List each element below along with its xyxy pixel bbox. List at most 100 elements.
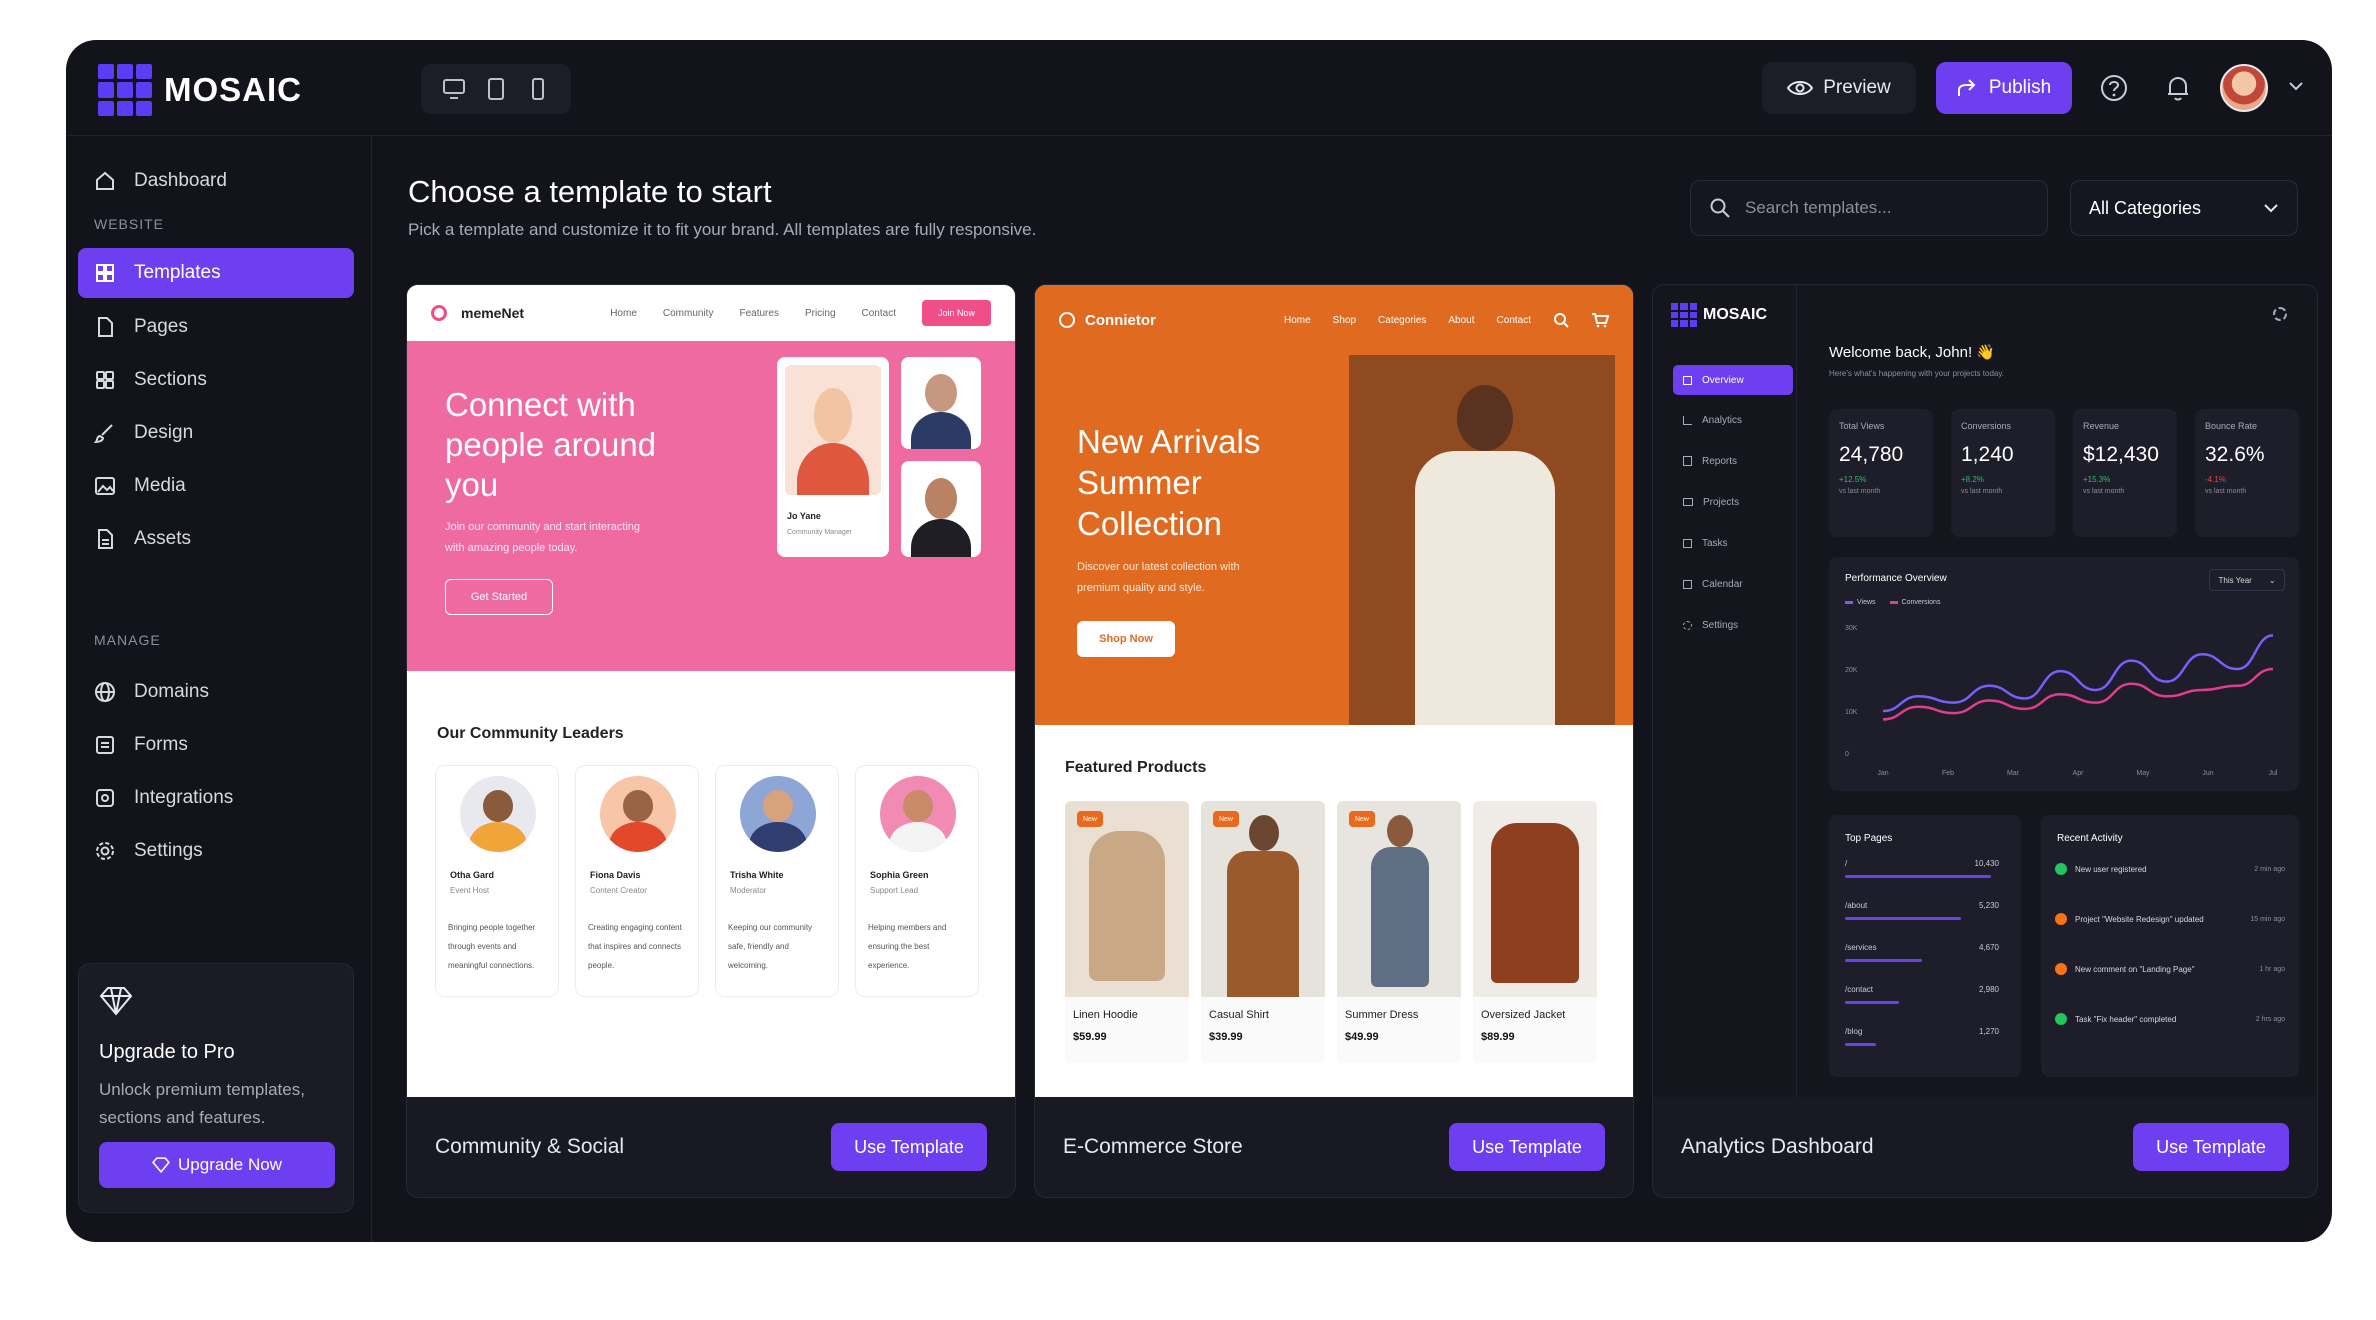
sidebar-item-label: Forms xyxy=(134,734,188,755)
product-price: $59.99 xyxy=(1073,1031,1107,1043)
sidebar-item-pages[interactable]: Pages xyxy=(78,302,354,352)
leader-desc: welcoming. xyxy=(728,961,769,970)
x-tick-label: Jul xyxy=(2269,770,2278,777)
top-page-row: /contact 2,980 xyxy=(1845,985,1999,1004)
leader-desc: experience. xyxy=(868,961,910,970)
preview-nav: memeNet Home Community Features Pricing … xyxy=(407,285,1015,341)
sidebar-item-integrations[interactable]: Integrations xyxy=(78,773,354,823)
use-template-button[interactable]: Use Template xyxy=(831,1123,987,1171)
gear-icon xyxy=(1683,620,1692,630)
sidebar-item-forms[interactable]: Forms xyxy=(78,720,354,770)
upgrade-text: Unlock premium templates, sections and f… xyxy=(99,1080,305,1127)
template-name: E-Commerce Store xyxy=(1063,1135,1243,1158)
chart-icon xyxy=(1683,415,1692,425)
preview-nav: Connietor Home Shop Categories About Con… xyxy=(1035,285,1633,355)
use-template-button[interactable]: Use Template xyxy=(1449,1123,1605,1171)
sidebar-item-settings[interactable]: Settings xyxy=(78,826,354,876)
upgrade-now-button[interactable]: Upgrade Now xyxy=(99,1142,335,1188)
stat-card: Bounce Rate 32.6% -4.1% vs last month xyxy=(2195,409,2299,537)
stat-delta: -4.1% xyxy=(2205,475,2226,484)
sidebar-item-label: Pages xyxy=(134,316,188,337)
leader-desc: people. xyxy=(588,961,615,970)
chevron-down-icon[interactable] xyxy=(2288,79,2304,97)
y-tick-label: 0 xyxy=(1845,751,1849,758)
notification-bell-icon[interactable] xyxy=(2156,66,2200,110)
stat-value: 24,780 xyxy=(1839,443,1904,466)
stat-label: Revenue xyxy=(2083,421,2120,431)
activity-status-icon xyxy=(2055,1013,2067,1025)
dash-sidebar: MOSAIC Overview Analytics Reports Projec… xyxy=(1653,285,1797,1097)
page-path: /contact xyxy=(1845,985,1874,994)
product-image xyxy=(1337,801,1461,997)
logo[interactable]: MOSAIC xyxy=(98,64,302,116)
category-select[interactable]: All Categories xyxy=(2070,180,2298,236)
dash-nav-label: Overview xyxy=(1702,374,1744,386)
leader-desc: Keeping our community xyxy=(728,923,813,932)
template-card-analytics[interactable]: MOSAIC Overview Analytics Reports Projec… xyxy=(1652,284,2318,1198)
gear-icon xyxy=(2273,307,2287,321)
hero-title-line: you xyxy=(445,466,499,503)
hero-text-line: with amazing people today. xyxy=(445,542,578,554)
sidebar-item-sections[interactable]: Sections xyxy=(78,355,354,405)
search-input[interactable]: Search templates... xyxy=(1690,180,2048,236)
leader-desc: Creating engaging content xyxy=(588,923,682,932)
section-title: Featured Products xyxy=(1065,759,1207,776)
sidebar-item-templates[interactable]: Templates xyxy=(78,248,354,298)
leader-role: Support Lead xyxy=(870,886,919,895)
preview-nav-link: Community xyxy=(662,307,714,319)
publish-button[interactable]: Publish xyxy=(1936,62,2072,114)
template-card-community[interactable]: memeNet Home Community Features Pricing … xyxy=(406,284,1016,1198)
tablet-icon[interactable] xyxy=(481,74,511,104)
use-template-button[interactable]: Use Template xyxy=(2133,1123,2289,1171)
stat-foot: vs last month xyxy=(1961,488,2003,495)
x-tick-label: Jun xyxy=(2202,770,2213,777)
preview-nav-link: Features xyxy=(739,307,779,319)
dash-nav-item: Overview xyxy=(1673,365,1793,395)
hero-text-line: Discover our latest collection with xyxy=(1077,561,1240,573)
sidebar-item-label: Sections xyxy=(134,369,207,390)
sidebar-item-assets[interactable]: Assets xyxy=(78,514,354,564)
leader-desc: ensuring the best xyxy=(868,942,930,951)
activity-time: 1 hr ago xyxy=(2259,965,2285,973)
preview-button[interactable]: Preview xyxy=(1762,62,1916,114)
preview-nav-link: Shop xyxy=(1332,314,1357,326)
top-bar: MOSAIC Preview Publish xyxy=(66,40,2332,136)
calendar-icon xyxy=(1683,579,1692,589)
sidebar-item-design[interactable]: Design xyxy=(78,408,354,458)
top-pages-panel: Top Pages / 10,430/about 5,230/services 4,6… xyxy=(1829,815,2021,1077)
stat-delta: +8.2% xyxy=(1961,475,1984,484)
template-card-ecommerce[interactable]: Connietor Home Shop Categories About Con… xyxy=(1034,284,1634,1198)
mobile-icon[interactable] xyxy=(523,74,553,104)
dash-nav-item: Analytics xyxy=(1673,405,1793,435)
top-page-row: / 10,430 xyxy=(1845,859,1999,878)
template-name: Analytics Dashboard xyxy=(1681,1135,1874,1158)
card-footer: E-Commerce Store Use Template xyxy=(1035,1097,1633,1197)
dash-nav-label: Reports xyxy=(1702,455,1738,467)
user-avatar[interactable] xyxy=(2220,64,2268,112)
x-tick-label: May xyxy=(2136,770,2150,777)
desktop-icon[interactable] xyxy=(439,74,469,104)
dash-brand: MOSAIC xyxy=(1703,306,1767,323)
dash-nav-label: Projects xyxy=(1703,496,1740,508)
search-icon xyxy=(1710,198,1730,218)
sidebar-item-dashboard[interactable]: Dashboard xyxy=(78,156,354,206)
stat-foot: vs last month xyxy=(2205,488,2247,495)
product-image xyxy=(1201,801,1325,997)
gear-icon xyxy=(96,842,114,860)
leader-photo xyxy=(880,776,956,852)
stat-value: 32.6% xyxy=(2205,443,2265,466)
hero-title-line: Collection xyxy=(1077,505,1222,542)
plugin-icon xyxy=(96,789,114,807)
template-name: Community & Social xyxy=(435,1135,625,1158)
app-window: MOSAIC Preview Publish Dashboard WEBSITE… xyxy=(66,40,2332,1242)
hero-text-line: Join our community and start interacting xyxy=(445,521,641,533)
page-views: 4,670 xyxy=(1978,943,1999,952)
hero-shop-now-button: Shop Now xyxy=(1077,621,1175,657)
brand-icon xyxy=(431,305,447,321)
sidebar-item-media[interactable]: Media xyxy=(78,461,354,511)
sections-icon xyxy=(96,371,114,389)
help-icon[interactable] xyxy=(2092,66,2136,110)
dash-nav-item: Settings xyxy=(1673,610,1793,640)
product-card: New Linen Hoodie $59.99 xyxy=(1065,801,1189,1063)
sidebar-item-domains[interactable]: Domains xyxy=(78,667,354,717)
